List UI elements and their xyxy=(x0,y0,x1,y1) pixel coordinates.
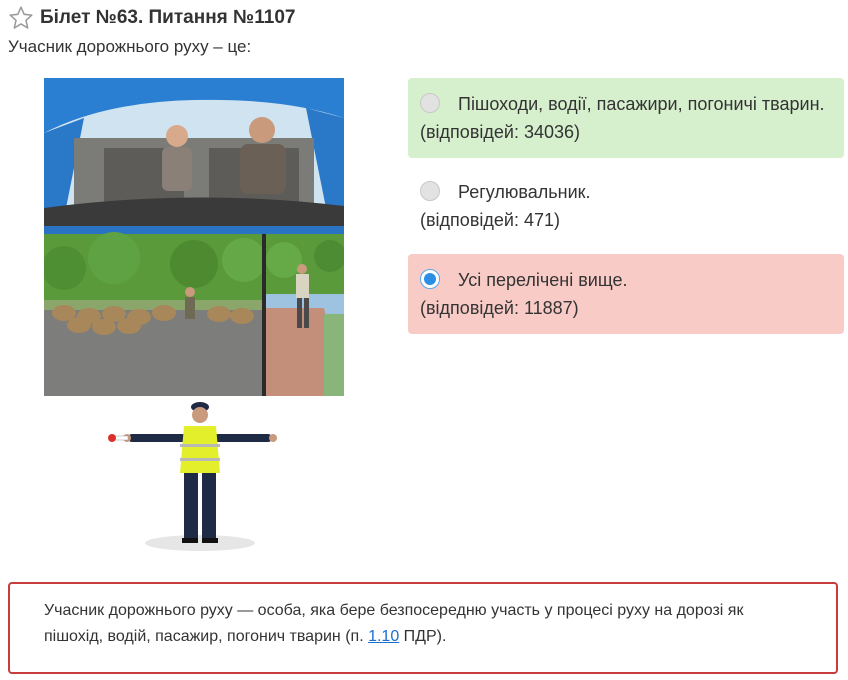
answer-1-count: (відповідей: 34036) xyxy=(420,122,580,142)
explanation-text-end: ПДР). xyxy=(399,628,447,645)
answer-option-1[interactable]: Пішоходи, водії, пасажири, погоничі твар… xyxy=(408,78,844,158)
pdr-rule-link[interactable]: 1.10 xyxy=(368,628,399,645)
answer-2-radio[interactable] xyxy=(420,181,440,201)
answer-3-count: (відповідей: 11887) xyxy=(420,298,579,318)
answer-option-2[interactable]: Регулювальник. (відповідей: 471) xyxy=(408,166,844,246)
answer-option-3[interactable]: Усі перелічені вище. (відповідей: 11887) xyxy=(408,254,844,334)
ticket-header: Білет №63. Питання №1107 xyxy=(8,4,295,32)
ticket-title: Білет №63. Питання №1107 xyxy=(40,7,296,28)
answer-1-text: Пішоходи, водії, пасажири, погоничі твар… xyxy=(458,94,825,114)
answer-2-count: (відповідей: 471) xyxy=(420,210,560,230)
answer-3-radio[interactable] xyxy=(420,269,440,289)
star-outline-icon[interactable] xyxy=(8,5,34,31)
explanation-box: Учасник дорожнього руху — особа, яка бер… xyxy=(8,582,838,674)
answer-3-text: Усі перелічені вище. xyxy=(458,270,628,290)
answer-list: Пішоходи, водії, пасажири, погоничі твар… xyxy=(408,78,844,342)
answer-2-text: Регулювальник. xyxy=(458,182,591,202)
answer-1-radio[interactable] xyxy=(420,93,440,113)
traffic-controller-figure xyxy=(108,402,277,551)
question-text: Учасник дорожнього руху – це: xyxy=(8,37,252,56)
question-illustration xyxy=(44,78,344,396)
